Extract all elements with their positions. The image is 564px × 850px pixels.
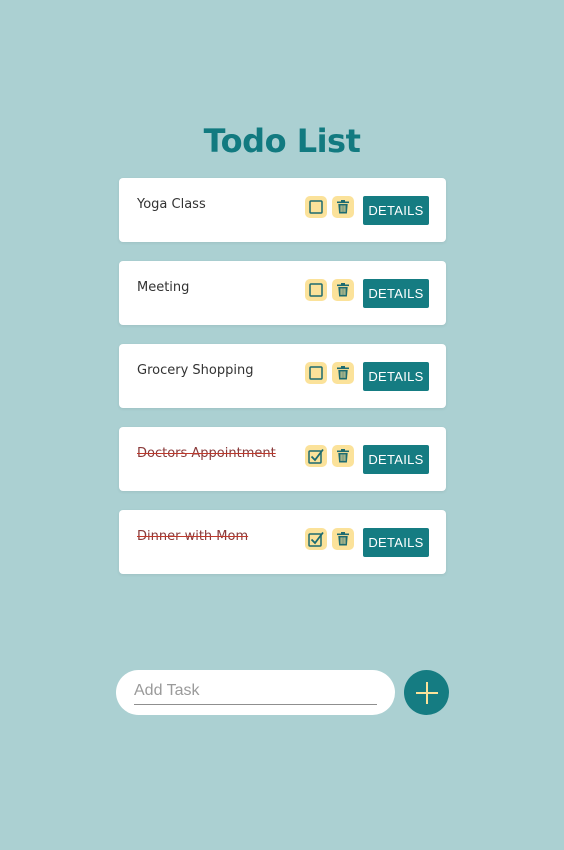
task-list: Yoga Class DETAILS Meeting DETAILS Groce… [119, 178, 446, 593]
delete-button[interactable] [332, 528, 354, 550]
delete-button[interactable] [332, 445, 354, 467]
complete-toggle-button[interactable] [305, 362, 327, 384]
complete-toggle-button[interactable] [305, 196, 327, 218]
plus-icon [415, 681, 438, 704]
details-button[interactable]: DETAILS [363, 196, 429, 225]
add-task-button[interactable] [404, 670, 449, 715]
details-button[interactable]: DETAILS [363, 362, 429, 391]
delete-button[interactable] [332, 279, 354, 301]
details-button[interactable]: DETAILS [363, 445, 429, 474]
page-title: Todo List [203, 122, 361, 160]
checkbox-icon [309, 366, 323, 380]
checkbox-icon [309, 200, 323, 214]
delete-button[interactable] [332, 362, 354, 384]
complete-toggle-button[interactable] [305, 528, 327, 550]
complete-toggle-button[interactable] [305, 445, 327, 467]
task-card: Meeting DETAILS [119, 261, 446, 325]
checkbox-checked-icon [308, 448, 324, 464]
complete-toggle-button[interactable] [305, 279, 327, 301]
task-label: Doctors Appointment [137, 446, 276, 461]
delete-button[interactable] [332, 196, 354, 218]
task-label: Yoga Class [137, 197, 206, 212]
checkbox-checked-icon [308, 531, 324, 547]
add-task-field [116, 670, 395, 715]
details-button[interactable]: DETAILS [363, 279, 429, 308]
add-task-input[interactable] [134, 678, 377, 705]
task-label: Grocery Shopping [137, 363, 254, 378]
trash-icon [337, 366, 349, 380]
trash-icon [337, 283, 349, 297]
task-label: Dinner with Mom [137, 529, 249, 544]
trash-icon [337, 532, 349, 546]
details-button[interactable]: DETAILS [363, 528, 429, 557]
task-card: Dinner with Mom DETAILS [119, 510, 446, 574]
checkbox-icon [309, 283, 323, 297]
trash-icon [337, 200, 349, 214]
task-card: Yoga Class DETAILS [119, 178, 446, 242]
task-card: Grocery Shopping DETAILS [119, 344, 446, 408]
trash-icon [337, 449, 349, 463]
task-card: Doctors Appointment DETAILS [119, 427, 446, 491]
task-label: Meeting [137, 280, 190, 295]
